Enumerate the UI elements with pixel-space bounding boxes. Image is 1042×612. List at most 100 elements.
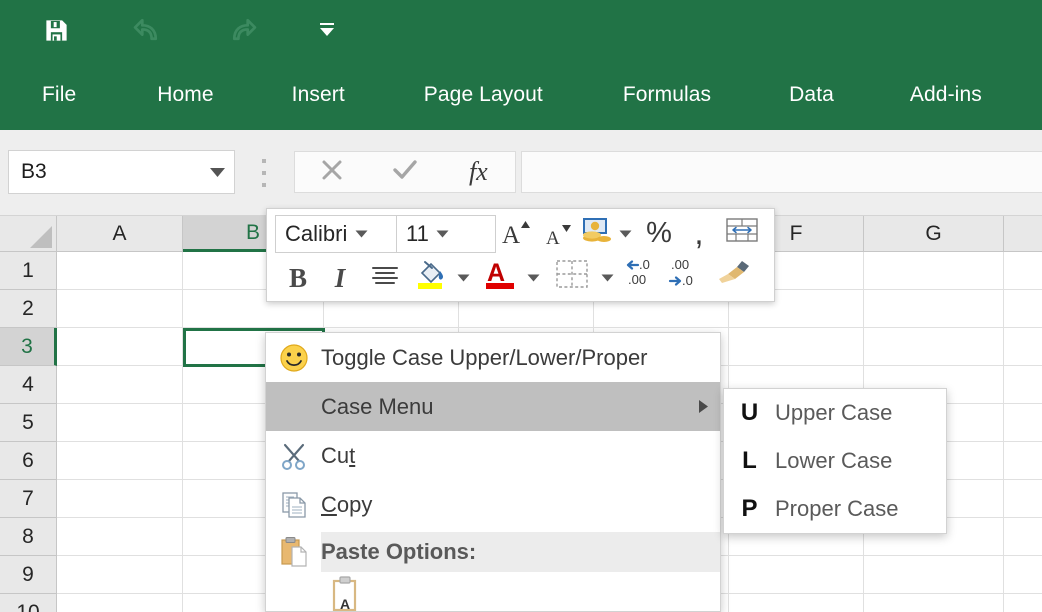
font-size-combo[interactable]: 11 [396, 215, 496, 253]
row-header-3[interactable]: 3 [0, 328, 57, 366]
name-box[interactable]: B3 [8, 150, 235, 194]
grow-font-button[interactable]: A [493, 215, 537, 253]
comma-style-button[interactable]: , [681, 214, 717, 252]
cell-G2[interactable] [864, 290, 1004, 328]
save-button[interactable] [28, 4, 84, 56]
ribbon-tab-page-layout[interactable]: Page Layout [424, 83, 543, 107]
name-box-dropdown-arrow[interactable] [200, 167, 234, 178]
cell-A3[interactable] [57, 328, 183, 366]
insert-function-button[interactable]: fx [442, 152, 515, 192]
cell-A10[interactable] [57, 594, 183, 612]
formula-bar-resize-handle[interactable] [259, 159, 269, 187]
svg-text:.00: .00 [628, 272, 646, 287]
enter-button[interactable] [368, 152, 441, 192]
cell-A9[interactable] [57, 556, 183, 594]
font-color-dropdown-arrow[interactable] [523, 259, 543, 297]
row-header-8[interactable]: 8 [0, 518, 57, 556]
formula-input[interactable] [521, 151, 1042, 193]
cell-F10[interactable] [729, 594, 864, 612]
excel-window: File Home Insert Page Layout Formulas Da… [0, 0, 1042, 612]
cell-A4[interactable] [57, 366, 183, 404]
align-center-icon [371, 265, 399, 292]
redo-button[interactable] [213, 4, 269, 56]
submenu-item-lower-case[interactable]: L Lower Case [724, 437, 946, 485]
borders-dropdown-arrow[interactable] [597, 259, 617, 297]
column-header-g[interactable]: G [864, 216, 1004, 252]
fill-color-dropdown-arrow[interactable] [453, 259, 473, 297]
cell-A7[interactable] [57, 480, 183, 518]
cell-undefined1[interactable] [1004, 252, 1042, 290]
merge-and-center-button[interactable] [717, 213, 767, 251]
ribbon-tab-home[interactable]: Home [157, 83, 213, 107]
cell-G9[interactable] [864, 556, 1004, 594]
row-header-10[interactable]: 10 [0, 594, 57, 612]
borders-button[interactable] [547, 257, 597, 295]
decrease-decimal-button[interactable]: .0 .00 [621, 255, 667, 293]
row-header-4[interactable]: 4 [0, 366, 57, 404]
bold-button[interactable]: B [277, 259, 319, 297]
cell-A5[interactable] [57, 404, 183, 442]
column-header-h[interactable] [1004, 216, 1042, 252]
increase-decimal-button[interactable]: .00 .0 [663, 255, 709, 293]
cell-G10[interactable] [864, 594, 1004, 612]
cell-undefined8[interactable] [1004, 518, 1042, 556]
ribbon-tab-data[interactable]: Data [789, 83, 834, 107]
cell-A1[interactable] [57, 252, 183, 290]
cell-A8[interactable] [57, 518, 183, 556]
context-menu-item-case-menu[interactable]: Case Menu [266, 382, 720, 431]
font-size-dropdown-arrow[interactable] [429, 230, 457, 238]
cell-A2[interactable] [57, 290, 183, 328]
customize-quick-access-toolbar-button[interactable] [299, 4, 355, 56]
font-name-dropdown-arrow[interactable] [347, 230, 375, 238]
row-header-7[interactable]: 7 [0, 480, 57, 518]
cell-F3[interactable] [729, 328, 864, 366]
undo-button[interactable] [120, 4, 176, 56]
row-header-1[interactable]: 1 [0, 252, 57, 290]
row-header-9[interactable]: 9 [0, 556, 57, 594]
context-menu-item-label: Toggle Case Upper/Lower/Proper [321, 345, 720, 371]
cell-undefined7[interactable] [1004, 480, 1042, 518]
submenu-item-upper-case[interactable]: U Upper Case [724, 389, 946, 437]
cell-undefined5[interactable] [1004, 404, 1042, 442]
font-color-button[interactable]: A [477, 257, 523, 295]
percent-style-button[interactable]: % [639, 214, 679, 252]
cancel-button[interactable] [295, 152, 368, 192]
row-header-5[interactable]: 5 [0, 404, 57, 442]
cell-undefined9[interactable] [1004, 556, 1042, 594]
cell-undefined10[interactable] [1004, 594, 1042, 612]
chevron-right-icon [686, 399, 720, 414]
ribbon-tab-formulas[interactable]: Formulas [623, 83, 711, 107]
context-menu-item-toggle-case[interactable]: Toggle Case Upper/Lower/Proper [266, 333, 720, 382]
copy-icon [266, 490, 321, 520]
cell-G1[interactable] [864, 252, 1004, 290]
grow-font-icon: A [500, 217, 530, 252]
accounting-format-dropdown-arrow[interactable] [615, 215, 635, 253]
row-header-6[interactable]: 6 [0, 442, 57, 480]
shrink-font-button[interactable]: A [535, 217, 579, 255]
cell-undefined6[interactable] [1004, 442, 1042, 480]
ribbon-tab-insert[interactable]: Insert [292, 83, 345, 107]
submenu-item-proper-case[interactable]: P Proper Case [724, 485, 946, 533]
context-menu-item-cut[interactable]: Cut [266, 431, 720, 480]
format-painter-button[interactable] [709, 255, 759, 293]
cell-undefined2[interactable] [1004, 290, 1042, 328]
cell-G3[interactable] [864, 328, 1004, 366]
context-menu-item-copy[interactable]: Copy [266, 480, 720, 529]
ribbon-tab-add-ins[interactable]: Add-ins [910, 83, 982, 107]
center-align-button[interactable] [363, 259, 407, 297]
cell-F9[interactable] [729, 556, 864, 594]
paste-keep-source-formatting-button[interactable]: A [329, 575, 363, 612]
row-header-2[interactable]: 2 [0, 290, 57, 328]
fill-color-button[interactable] [407, 257, 453, 295]
accounting-number-format-button[interactable] [575, 214, 619, 252]
submenu-item-label: Lower Case [775, 448, 892, 474]
ribbon-tab-file[interactable]: File [42, 83, 76, 107]
select-all-button[interactable] [0, 216, 57, 252]
italic-button[interactable]: I [319, 259, 361, 297]
undo-icon [133, 17, 164, 44]
cell-undefined4[interactable] [1004, 366, 1042, 404]
cell-undefined3[interactable] [1004, 328, 1042, 366]
column-header-a[interactable]: A [57, 216, 183, 252]
cell-A6[interactable] [57, 442, 183, 480]
font-name-combo[interactable]: Calibri [275, 215, 408, 253]
